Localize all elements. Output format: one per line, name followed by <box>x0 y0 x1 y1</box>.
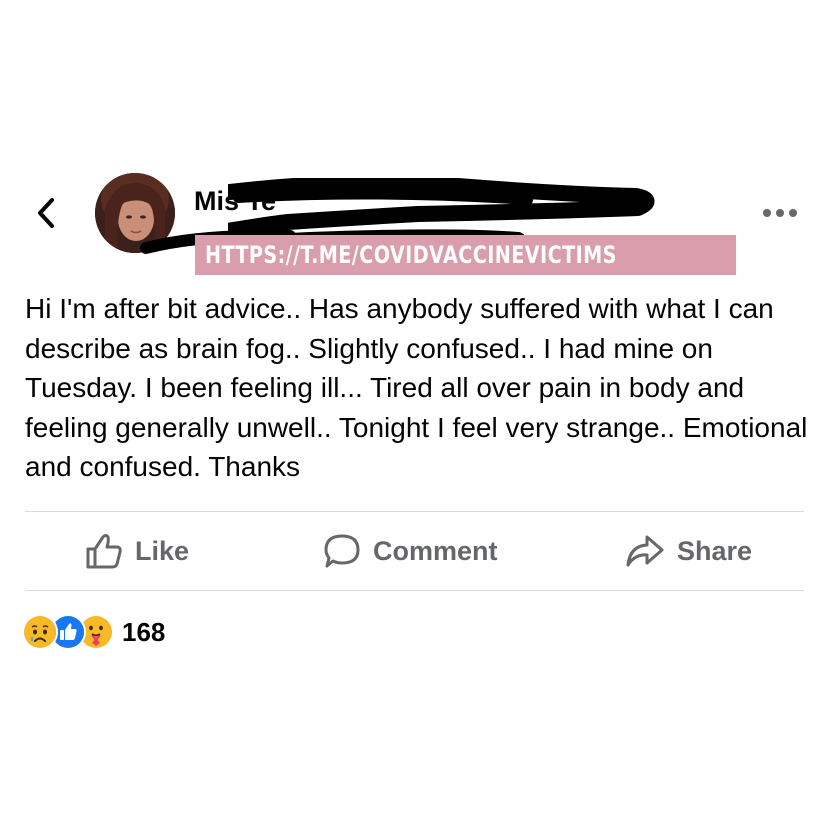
comment-button[interactable]: Comment <box>323 512 498 590</box>
reactions-summary[interactable]: 168 <box>22 614 166 650</box>
chevron-left-icon <box>38 198 54 228</box>
reaction-count: 168 <box>122 616 166 647</box>
watermark-banner: HTTPS://T.ME/COVIDVACCINEVICTIMS <box>195 235 736 275</box>
back-button[interactable] <box>30 193 62 233</box>
more-options-button[interactable] <box>760 198 800 228</box>
thumbs-up-icon <box>86 534 122 569</box>
watermark-text: HTTPS://T.ME/COVIDVACCINEVICTIMS <box>205 241 617 269</box>
more-horizontal-icon <box>763 209 797 217</box>
post-text: Hi I'm after bit advice.. Has anybody su… <box>25 293 808 482</box>
share-label: Share <box>677 535 753 566</box>
comment-label: Comment <box>373 535 498 566</box>
action-bar: Like Comment Share <box>25 512 804 590</box>
comment-bubble-icon <box>324 534 360 568</box>
divider-bottom <box>25 590 804 591</box>
like-button[interactable]: Like <box>85 512 189 590</box>
share-button[interactable]: Share <box>625 512 752 590</box>
share-arrow-icon <box>626 535 664 567</box>
like-label: Like <box>135 535 190 566</box>
sad-reaction-icon <box>22 614 58 650</box>
